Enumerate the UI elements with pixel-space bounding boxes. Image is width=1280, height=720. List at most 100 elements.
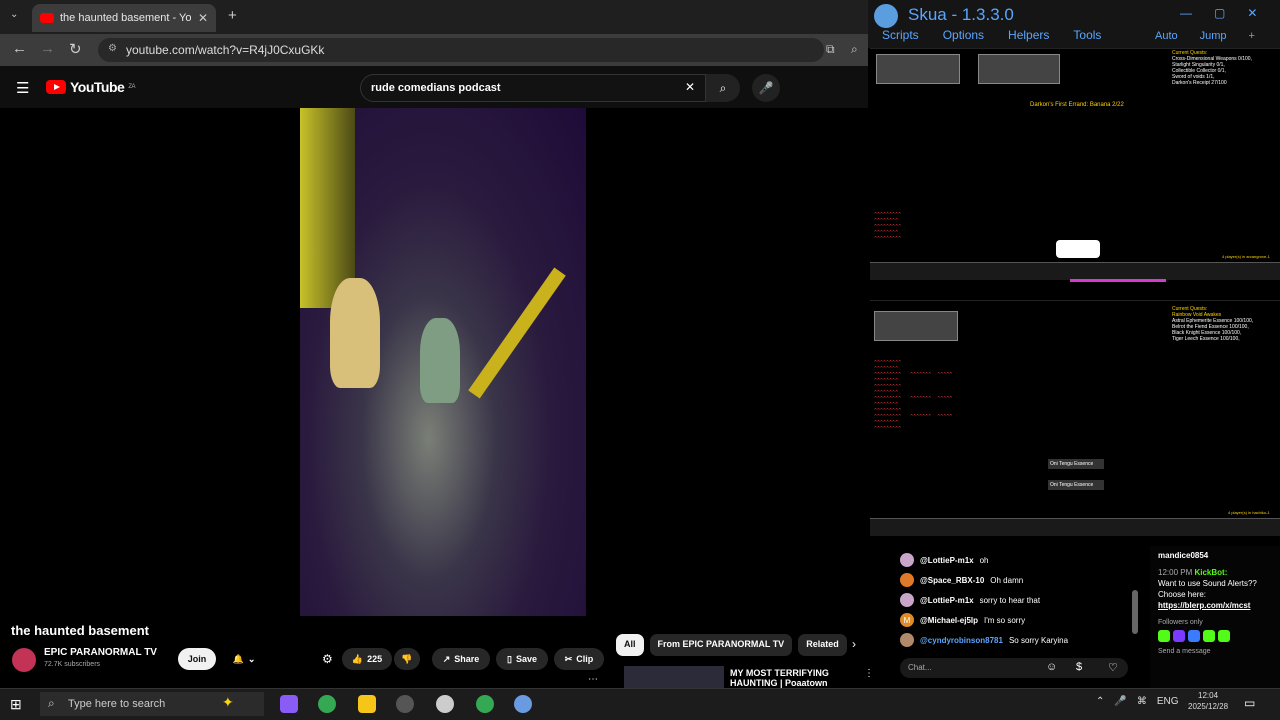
emote-row — [1158, 630, 1272, 642]
chip-related[interactable]: Related — [798, 634, 847, 656]
file-explorer-icon[interactable] — [358, 695, 376, 713]
skua-taskbar-icon[interactable] — [514, 695, 532, 713]
youtube-favicon-icon — [40, 13, 54, 23]
steam-icon[interactable] — [396, 695, 414, 713]
app-icon[interactable] — [436, 695, 454, 713]
share-button[interactable]: ↗ Share — [432, 648, 490, 670]
back-icon[interactable]: ← — [12, 40, 27, 57]
recommended-thumbnail[interactable] — [624, 666, 724, 688]
avatar — [900, 633, 914, 647]
clock-date: 2025/12/28 — [1188, 702, 1229, 711]
emote-icon[interactable] — [1203, 630, 1215, 642]
clear-search-icon[interactable]: ✕ — [685, 80, 695, 94]
chip-all[interactable]: All — [616, 634, 644, 656]
chat-message: @Space_RBX-10 Oh damn — [896, 570, 1142, 590]
search-input[interactable]: rude comedians podcast — [360, 74, 706, 102]
chrome-icon[interactable] — [318, 695, 336, 713]
action-bar-2[interactable] — [870, 518, 1280, 536]
notification-icon[interactable]: ▭ — [1244, 696, 1255, 710]
skua-menu: Scripts Options Helpers Tools — [882, 28, 1101, 42]
chat-message: M @Michael-ej5lp I'm so sorry — [896, 610, 1142, 630]
emoji-icon[interactable]: ☺ — [1046, 661, 1057, 673]
kick-username: mandice0854 — [1158, 551, 1209, 560]
chrome-icon[interactable] — [476, 695, 494, 713]
tab-list-icon[interactable]: ⌄ — [10, 9, 18, 20]
notifications-button[interactable]: 🔔 ⌄ — [222, 648, 266, 670]
copilot-icon[interactable] — [280, 695, 298, 713]
channel-name[interactable]: EPIC PARANORMAL TV — [44, 647, 157, 658]
gear-icon[interactable]: ⚙ — [322, 652, 333, 666]
more-options-icon[interactable]: ⋮ — [864, 668, 874, 679]
loot-popup-2[interactable]: Oni Tengu Essence — [1048, 480, 1104, 490]
browser-tab[interactable]: the haunted basement - Yo ✕ — [32, 4, 216, 32]
youtube-play-icon — [46, 80, 66, 94]
super-chat-icon[interactable]: $ — [1076, 661, 1082, 673]
followers-only-label: Followers only — [1158, 619, 1203, 626]
chat-message: @LottieP-m1x oh — [896, 550, 1142, 570]
emote-icon[interactable] — [1218, 630, 1230, 642]
site-info-icon[interactable]: ⚙ — [108, 43, 117, 54]
kick-link[interactable]: https://blerp.com/x/mcst — [1158, 600, 1272, 611]
zoom-icon[interactable]: ⌕ — [851, 42, 858, 57]
save-label: Save — [515, 654, 537, 664]
search-button[interactable]: ⌕ — [706, 74, 740, 102]
loot-popup-1[interactable]: Oni Tengu Essence — [1048, 459, 1104, 469]
chat-user: @Michael-ej5lp — [920, 615, 979, 625]
emote-icon[interactable] — [1158, 630, 1170, 642]
menu-auto[interactable]: Auto — [1155, 30, 1178, 42]
close-tab-icon[interactable]: ✕ — [198, 11, 208, 25]
recommended-title[interactable]: MY MOST TERRIFYING HAUNTING | Poaatown S… — [730, 668, 860, 688]
dislike-button[interactable]: 👎 — [394, 648, 420, 670]
menu-jump[interactable]: Jump — [1200, 30, 1227, 42]
player-portrait-1 — [876, 54, 960, 84]
menu-tools[interactable]: Tools — [1073, 28, 1101, 42]
kick-chat: mandice0854 12:00 PM KickBot: Want to us… — [1150, 546, 1280, 688]
chevron-down-icon: ⌄ — [247, 653, 256, 664]
kick-send-input[interactable]: Send a message — [1158, 646, 1272, 657]
video-frame[interactable] — [300, 108, 586, 616]
network-icon[interactable]: ⌘ — [1137, 696, 1147, 707]
kick-time: 12:00 PM — [1158, 568, 1193, 577]
install-icon[interactable]: ⧉ — [826, 42, 835, 57]
menu-helpers[interactable]: Helpers — [1008, 28, 1049, 42]
action-bar-1[interactable] — [870, 262, 1280, 280]
channel-avatar[interactable] — [12, 648, 36, 672]
quest-line: Darkon's Receipt 27/100 — [1172, 80, 1227, 86]
heart-icon[interactable]: ♡ — [1108, 661, 1118, 674]
chat-text: oh — [979, 555, 989, 565]
chip-from-channel[interactable]: From EPIC PARANORMAL TV — [649, 634, 793, 656]
save-button[interactable]: ▯ Save — [496, 648, 548, 670]
microphone-icon[interactable]: 🎤 — [1114, 696, 1126, 707]
youtube-logo[interactable]: YouTube ZA — [46, 79, 135, 95]
chat-input[interactable]: Chat... — [900, 658, 1128, 678]
add-icon[interactable]: + — [1249, 30, 1255, 42]
chevron-up-icon[interactable]: ⌃ — [1096, 696, 1104, 707]
emote-icon[interactable] — [1188, 630, 1200, 642]
forward-icon[interactable]: → — [40, 40, 55, 57]
menu-options[interactable]: Options — [943, 28, 984, 42]
players-count-1: 4 player(s) in arcangrove-1 — [1222, 254, 1270, 259]
clip-button[interactable]: ✂ Clip — [554, 648, 604, 670]
new-tab-button[interactable]: + — [228, 7, 237, 24]
game-log-1: ^^^^^^^^^ ^^^^^^^^ ^^^^^^^^^ ^^^^^^^^ ^^… — [874, 212, 902, 242]
reload-icon[interactable]: ↻ — [69, 40, 82, 58]
url-text: youtube.com/watch?v=R4jJ0CxuGKk — [126, 43, 325, 57]
chat-text: So sorry Karyina — [1008, 635, 1069, 645]
minimize-icon[interactable]: — — [1180, 6, 1192, 20]
language-indicator[interactable]: ENG — [1157, 696, 1179, 707]
menu-icon[interactable]: ☰ — [16, 79, 29, 97]
windows-start-icon[interactable]: ⊞ — [10, 696, 22, 713]
target-portrait-1 — [978, 54, 1060, 84]
voice-search-button[interactable]: 🎤 — [752, 74, 780, 102]
close-icon[interactable]: ✕ — [1247, 6, 1257, 20]
clock[interactable]: 12:04 2025/12/28 — [1188, 690, 1228, 712]
more-actions-icon[interactable]: ⋯ — [588, 674, 598, 685]
emote-icon[interactable] — [1173, 630, 1185, 642]
url-input[interactable]: ⚙ youtube.com/watch?v=R4jJ0CxuGKk — [98, 38, 824, 62]
chat-scrollbar[interactable] — [1132, 590, 1138, 634]
chevron-right-icon[interactable]: › — [852, 637, 856, 651]
join-button[interactable]: Join — [178, 648, 216, 670]
maximize-icon[interactable]: ▢ — [1214, 6, 1225, 20]
menu-scripts[interactable]: Scripts — [882, 28, 919, 42]
like-button[interactable]: 👍 225 — [342, 648, 392, 670]
